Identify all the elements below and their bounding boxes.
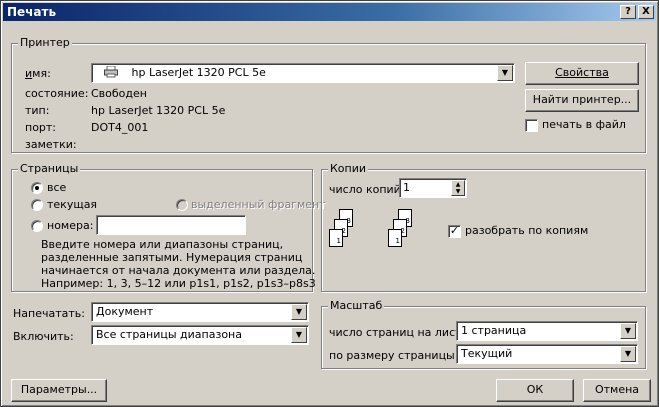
- properties-button[interactable]: Свойства: [525, 62, 639, 85]
- cancel-button[interactable]: Отмена: [583, 379, 651, 402]
- pages-numbers-label[interactable]: номера:: [47, 219, 93, 232]
- copies-group-label: Копии: [328, 162, 369, 175]
- pages-numbers-radio[interactable]: [31, 220, 43, 232]
- status-label: состояние:: [25, 87, 89, 100]
- collate-checkbox[interactable]: ✓: [448, 225, 461, 238]
- pages-hint-line3: начинается от начала документа или разде…: [41, 264, 316, 277]
- chevron-down-icon[interactable]: ▼: [497, 65, 513, 81]
- pages-numbers-input[interactable]: [96, 215, 246, 235]
- copies-count-label: число копий:: [329, 183, 405, 196]
- title-bar[interactable]: Печать ? X: [3, 3, 656, 21]
- printer-group-label: Принтер: [18, 36, 72, 49]
- print-dialog: Печать ? X Принтер имя: hp LaserJet 1320…: [0, 0, 659, 407]
- printer-name-value: hp LaserJet 1320 PCL 5e: [131, 66, 266, 79]
- scale-to-label: по размеру страницы:: [329, 349, 459, 362]
- chevron-down-icon[interactable]: ▼: [291, 304, 307, 320]
- chevron-down-icon[interactable]: ▼: [620, 323, 636, 339]
- chevron-down-icon[interactable]: ▼: [620, 346, 636, 362]
- print-to-file-label[interactable]: печать в файл: [542, 118, 626, 131]
- collate-label[interactable]: разобрать по копиям: [465, 224, 588, 237]
- scale-to-select[interactable]: Текущий ▼: [456, 344, 638, 364]
- ok-button[interactable]: ОК: [496, 379, 574, 402]
- port-label: порт:: [25, 121, 57, 134]
- notes-label: заметки:: [25, 138, 77, 151]
- pages-hint-line1: Введите номера или диапазоны страниц,: [41, 238, 284, 251]
- port-value: DOT4_001: [91, 121, 149, 134]
- pages-hint-line2: разделенные запятыми. Нумерация страниц: [41, 251, 303, 264]
- type-value: hp LaserJet 1320 PCL 5e: [91, 104, 226, 117]
- include-select[interactable]: Все страницы диапазона ▼: [91, 325, 309, 345]
- type-label: тип:: [25, 104, 50, 117]
- printer-name-select[interactable]: hp LaserJet 1320 PCL 5e ▼: [91, 63, 515, 83]
- status-value: Свободен: [91, 87, 147, 100]
- page-icon: 1: [388, 229, 402, 247]
- pages-selection-radio[interactable]: [176, 199, 188, 211]
- pages-selection-label[interactable]: выделенный фрагмент: [191, 198, 326, 211]
- close-button[interactable]: X: [638, 5, 654, 19]
- printer-name-label: имя:: [25, 67, 51, 80]
- pages-per-sheet-select[interactable]: 1 страница ▼: [456, 321, 638, 341]
- zoom-group-label: Масштаб: [328, 299, 385, 312]
- options-button[interactable]: Параметры...: [11, 379, 107, 402]
- chevron-down-icon[interactable]: ▼: [291, 327, 307, 343]
- pages-per-sheet-label: число страниц на листе:: [329, 326, 472, 339]
- pages-current-label[interactable]: текущая: [47, 198, 97, 211]
- print-to-file-checkbox[interactable]: [525, 119, 538, 132]
- find-printer-button[interactable]: Найти принтер...: [525, 89, 639, 112]
- print-what-label: Напечатать:: [13, 307, 85, 320]
- copies-count-spinner[interactable]: 1 ▲ ▼: [399, 178, 467, 198]
- include-label: Включить:: [13, 330, 74, 343]
- spinner-arrows-icon[interactable]: ▲ ▼: [451, 180, 465, 196]
- help-button[interactable]: ?: [620, 5, 636, 19]
- pages-all-radio[interactable]: [31, 182, 43, 194]
- pages-current-radio[interactable]: [31, 199, 43, 211]
- pages-group-label: Страницы: [18, 162, 81, 175]
- pages-all-label[interactable]: все: [47, 181, 66, 194]
- window-title: Печать: [7, 5, 57, 19]
- page-icon: 1: [329, 229, 343, 247]
- printer-icon: [104, 65, 118, 78]
- pages-hint-line4: Например: 1, 3, 5–12 или p1s1, p1s2, p1s…: [41, 277, 316, 290]
- print-what-select[interactable]: Документ ▼: [91, 302, 309, 322]
